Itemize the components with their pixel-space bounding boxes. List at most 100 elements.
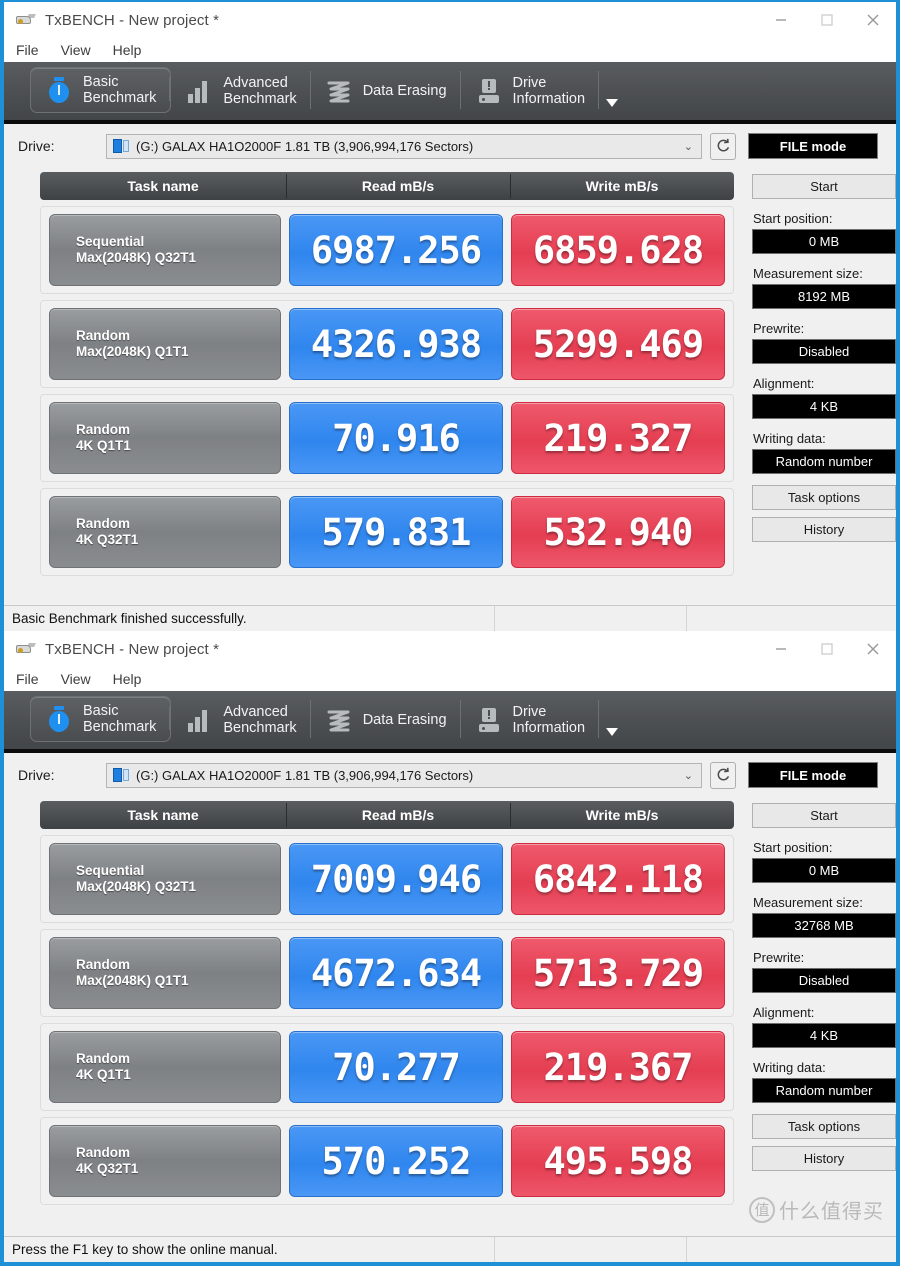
task-name-cell[interactable]: Sequential Max(2048K) Q32T1 bbox=[49, 214, 281, 286]
task-name-line2: 4K Q32T1 bbox=[76, 1161, 139, 1176]
menu-item-view[interactable]: View bbox=[61, 42, 91, 58]
setting-label-3: Alignment: bbox=[753, 376, 815, 391]
read-value-cell: 7009.946 bbox=[289, 843, 503, 915]
start-button[interactable]: Start bbox=[752, 174, 896, 199]
drive-info-icon bbox=[475, 76, 503, 106]
task-name-cell[interactable]: Sequential Max(2048K) Q32T1 bbox=[49, 843, 281, 915]
file-mode-button[interactable]: FILE mode bbox=[748, 133, 878, 159]
txbench-window-top: TxBENCH - New project * File View Help Basic… bbox=[0, 0, 900, 635]
minimize-button[interactable] bbox=[758, 2, 804, 38]
titlebar: TxBENCH - New project * bbox=[4, 2, 896, 38]
chevron-down-icon[interactable]: ⌄ bbox=[684, 140, 697, 153]
data-erase-icon bbox=[325, 705, 353, 735]
tab-strip: Basic Benchmark Advanced Benchmark Data Eras… bbox=[4, 691, 896, 753]
history-button[interactable]: History bbox=[752, 517, 896, 542]
close-button[interactable] bbox=[850, 2, 896, 38]
task-name-line1: Random bbox=[76, 516, 130, 531]
task-name-cell[interactable]: Random 4K Q32T1 bbox=[49, 496, 281, 568]
tab-drive[interactable]: Drive Information bbox=[461, 62, 600, 120]
setting-value-2[interactable]: Disabled bbox=[752, 968, 896, 993]
read-value: 70.277 bbox=[332, 1045, 461, 1089]
results-table: Task name Read mB/s Write mB/s Sequential Ma… bbox=[40, 801, 734, 1217]
setting-value-4[interactable]: Random number bbox=[752, 449, 896, 474]
maximize-button[interactable] bbox=[804, 631, 850, 667]
tab-label: Drive Information bbox=[513, 75, 586, 107]
task-name-cell[interactable]: Random 4K Q1T1 bbox=[49, 402, 281, 474]
task-name-line1: Random bbox=[76, 1051, 130, 1066]
refresh-button[interactable] bbox=[710, 761, 736, 789]
task-name-line1: Random bbox=[76, 1145, 130, 1160]
stopwatch-icon bbox=[45, 704, 73, 734]
setting-value-1[interactable]: 32768 MB bbox=[752, 913, 896, 938]
settings-sidebar: Start Start position: 0 MB Measurement size… bbox=[752, 801, 896, 1217]
column-header-1: Read mB/s bbox=[286, 172, 510, 200]
status-cell-1 bbox=[494, 1236, 686, 1263]
setting-label-2: Prewrite: bbox=[753, 321, 805, 336]
refresh-button[interactable] bbox=[710, 132, 736, 160]
column-header-0: Task name bbox=[127, 807, 199, 823]
read-value: 4672.634 bbox=[310, 951, 482, 995]
window-controls bbox=[758, 2, 896, 38]
tabs-overflow-button[interactable] bbox=[599, 691, 625, 749]
menu-item-file[interactable]: File bbox=[16, 42, 39, 58]
tab-basic[interactable]: Basic Benchmark bbox=[30, 696, 172, 742]
setting-value-0[interactable]: 0 MB bbox=[752, 858, 896, 883]
task-name-cell[interactable]: Random 4K Q1T1 bbox=[49, 1031, 281, 1103]
task-name-cell[interactable]: Random 4K Q32T1 bbox=[49, 1125, 281, 1197]
setting-value-0[interactable]: 0 MB bbox=[752, 229, 896, 254]
write-value: 532.940 bbox=[543, 510, 694, 554]
tab-basic[interactable]: Basic Benchmark bbox=[30, 67, 172, 113]
tab-advanced[interactable]: Advanced Benchmark bbox=[171, 691, 311, 749]
tab-label-line1: Drive bbox=[512, 704, 547, 720]
menu-item-help[interactable]: Help bbox=[113, 42, 142, 58]
tab-advanced[interactable]: Advanced Benchmark bbox=[171, 62, 311, 120]
write-value-cell: 6842.118 bbox=[511, 843, 725, 915]
menu-item-help[interactable]: Help bbox=[113, 671, 142, 687]
tab-data-erasing[interactable]: Data Erasing bbox=[311, 691, 461, 749]
drive-select[interactable]: (G:) GALAX HA1O2000F 1.81 TB (3,906,994,… bbox=[106, 133, 702, 159]
column-header-0: Task name bbox=[127, 178, 199, 194]
chevron-down-icon[interactable]: ⌄ bbox=[684, 769, 697, 782]
table-row: Sequential Max(2048K) Q32T1 7009.946 6842.1… bbox=[40, 835, 734, 923]
setting-value-1[interactable]: 8192 MB bbox=[752, 284, 896, 309]
tab-label-line2: Benchmark bbox=[83, 719, 157, 735]
read-value-cell: 70.277 bbox=[289, 1031, 503, 1103]
file-mode-button[interactable]: FILE mode bbox=[748, 762, 878, 788]
tab-data-erasing[interactable]: Data Erasing bbox=[311, 62, 461, 120]
write-value-cell: 5299.469 bbox=[511, 308, 725, 380]
drive-row: Drive: (G:) GALAX HA1O2000F 1.81 TB (3,90… bbox=[4, 124, 896, 168]
read-value-cell: 6987.256 bbox=[289, 214, 503, 286]
task-name-line2: Max(2048K) Q32T1 bbox=[76, 250, 197, 265]
read-value: 579.831 bbox=[321, 510, 472, 554]
read-value: 4326.938 bbox=[310, 322, 482, 366]
status-bar: Basic Benchmark finished successfully. bbox=[4, 605, 896, 632]
read-value-cell: 4326.938 bbox=[289, 308, 503, 380]
maximize-button[interactable] bbox=[804, 2, 850, 38]
column-header-1: Read mB/s bbox=[286, 801, 510, 829]
table-row: Random Max(2048K) Q1T1 4672.634 5713.729 bbox=[40, 929, 734, 1017]
tab-separator bbox=[169, 706, 171, 730]
tab-drive[interactable]: Drive Information bbox=[461, 691, 600, 749]
setting-value-3[interactable]: 4 KB bbox=[752, 1023, 896, 1048]
drive-select[interactable]: (G:) GALAX HA1O2000F 1.81 TB (3,906,994,… bbox=[106, 762, 702, 788]
start-button[interactable]: Start bbox=[752, 803, 896, 828]
tab-label: Data Erasing bbox=[363, 712, 447, 728]
setting-value-4[interactable]: Random number bbox=[752, 1078, 896, 1103]
minimize-button[interactable] bbox=[758, 631, 804, 667]
menu-item-file[interactable]: File bbox=[16, 671, 39, 687]
tab-label: Drive Information bbox=[513, 704, 586, 736]
setting-value-2[interactable]: Disabled bbox=[752, 339, 896, 364]
task-name-cell[interactable]: Random Max(2048K) Q1T1 bbox=[49, 937, 281, 1009]
close-button[interactable] bbox=[850, 631, 896, 667]
menu-item-view[interactable]: View bbox=[61, 671, 91, 687]
task-options-button[interactable]: Task options bbox=[752, 1114, 896, 1139]
task-options-button[interactable]: Task options bbox=[752, 485, 896, 510]
write-value: 495.598 bbox=[543, 1139, 694, 1183]
settings-sidebar: Start Start position: 0 MB Measurement size… bbox=[752, 172, 896, 588]
table-row: Random 4K Q1T1 70.277 219.367 bbox=[40, 1023, 734, 1111]
setting-value-3[interactable]: 4 KB bbox=[752, 394, 896, 419]
history-button[interactable]: History bbox=[752, 1146, 896, 1171]
tabs-overflow-button[interactable] bbox=[599, 62, 625, 120]
tab-label-line1: Advanced bbox=[223, 704, 288, 720]
task-name-cell[interactable]: Random Max(2048K) Q1T1 bbox=[49, 308, 281, 380]
